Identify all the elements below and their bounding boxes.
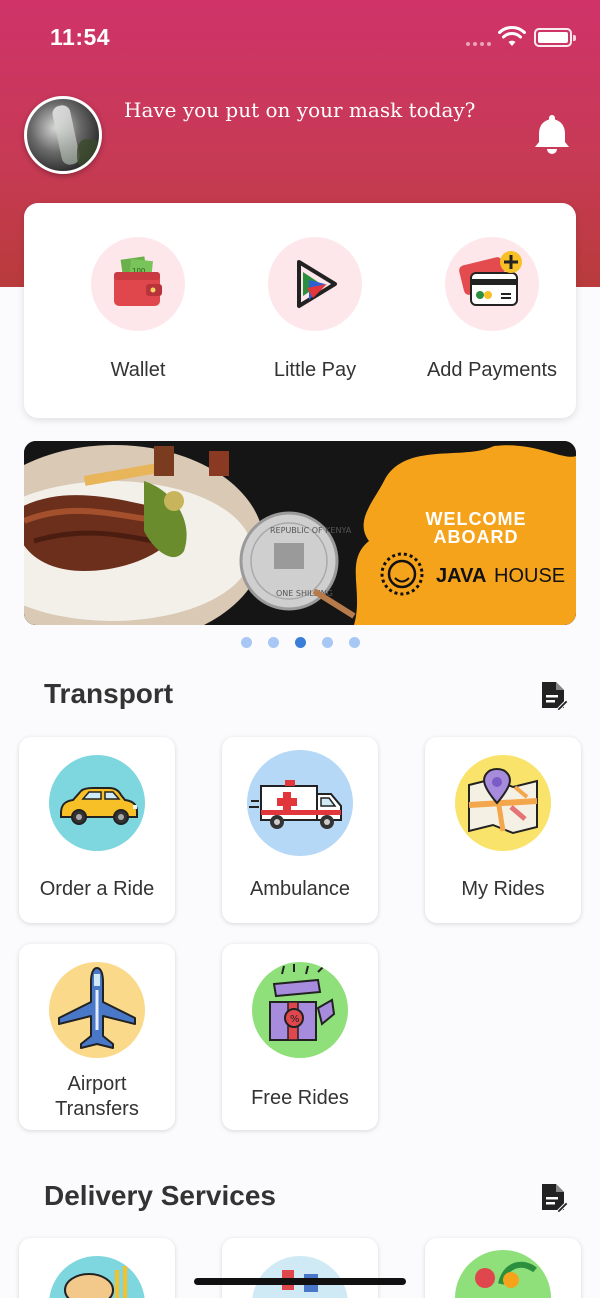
little-pay-option[interactable]: Little Pay <box>230 237 400 382</box>
wallet-option[interactable]: 100 Wallet <box>53 237 223 382</box>
groceries-icon <box>475 1261 537 1288</box>
free-rides-label: Free Rides <box>251 1087 349 1109</box>
little-pay-label: Little Pay <box>273 359 357 381</box>
burger-fries-icon <box>64 1266 127 1298</box>
banner-pagination-dots <box>0 637 600 648</box>
airplane-icon <box>58 967 136 1049</box>
home-indicator[interactable] <box>194 1278 406 1285</box>
delivery-groceries-tile[interactable] <box>425 1238 581 1298</box>
cellular-signal-icon <box>466 42 491 46</box>
pagination-dot-active[interactable] <box>294 637 306 648</box>
delivery-pharmacy-tile[interactable] <box>222 1238 378 1298</box>
transport-document-edit-icon[interactable] <box>540 680 568 712</box>
banner-brand-java: JAVA <box>436 565 486 587</box>
ambulance-label: Ambulance <box>249 878 351 900</box>
order-a-ride-label: Order a Ride <box>39 878 155 900</box>
notification-bell-icon[interactable] <box>532 112 572 156</box>
wifi-icon <box>498 26 526 46</box>
free-rides-tile[interactable]: % Free Rides <box>222 944 378 1130</box>
little-pay-icon <box>297 260 337 308</box>
greeting-text: Have you put on your mask today? <box>124 98 476 122</box>
gift-box-icon: % <box>269 964 336 1041</box>
map-pin-icon <box>468 767 538 835</box>
my-rides-tile[interactable]: My Rides <box>425 737 581 923</box>
status-time: 11:54 <box>50 24 111 50</box>
pharmacy-icon <box>282 1270 318 1292</box>
airport-transfers-label-line-2: Transfers <box>55 1098 139 1120</box>
order-a-ride-tile[interactable]: Order a Ride <box>19 737 175 923</box>
delivery-food-tile[interactable] <box>19 1238 175 1298</box>
airport-transfers-tile[interactable]: Airport Transfers <box>19 944 175 1130</box>
payment-options-card: 100 Wallet Little Pay Add Payments <box>24 203 576 418</box>
status-bar: 11:54 <box>0 0 600 80</box>
wallet-icon: 100 <box>114 256 162 306</box>
my-rides-label: My Rides <box>461 878 545 900</box>
ambulance-icon <box>249 780 342 829</box>
transport-section-title: Transport <box>44 678 174 709</box>
promo-banner-javahouse[interactable]: REPUBLIC OF KENYA ONE SHILLING WELCOME A… <box>24 441 576 625</box>
wallet-label: Wallet <box>110 359 166 381</box>
battery-icon <box>534 28 576 47</box>
ambulance-tile[interactable]: Ambulance <box>222 737 378 923</box>
pagination-dot[interactable] <box>240 637 252 648</box>
svg-text:%: % <box>290 1014 300 1025</box>
banner-brand-house: HOUSE <box>494 565 565 587</box>
airport-transfers-label-line-1: Airport <box>67 1073 127 1095</box>
banner-headline-line-2: ABOARD <box>434 527 519 547</box>
avatar[interactable] <box>24 96 102 174</box>
banner-headline-line-1: WELCOME <box>426 509 527 529</box>
coin-top-text: REPUBLIC OF KENYA <box>270 526 352 535</box>
add-payments-option[interactable]: Add Payments <box>407 237 576 382</box>
pagination-dot[interactable] <box>321 637 333 648</box>
delivery-document-edit-icon[interactable] <box>540 1182 568 1214</box>
delivery-section-title: Delivery Services <box>44 1180 276 1211</box>
promo-banner-artwork: REPUBLIC OF KENYA ONE SHILLING WELCOME A… <box>24 441 576 625</box>
pagination-dot[interactable] <box>267 637 279 648</box>
add-payment-card-icon <box>459 251 522 306</box>
taxi-car-icon <box>60 787 138 825</box>
pagination-dot[interactable] <box>348 637 360 648</box>
add-payments-label: Add Payments <box>426 359 558 381</box>
